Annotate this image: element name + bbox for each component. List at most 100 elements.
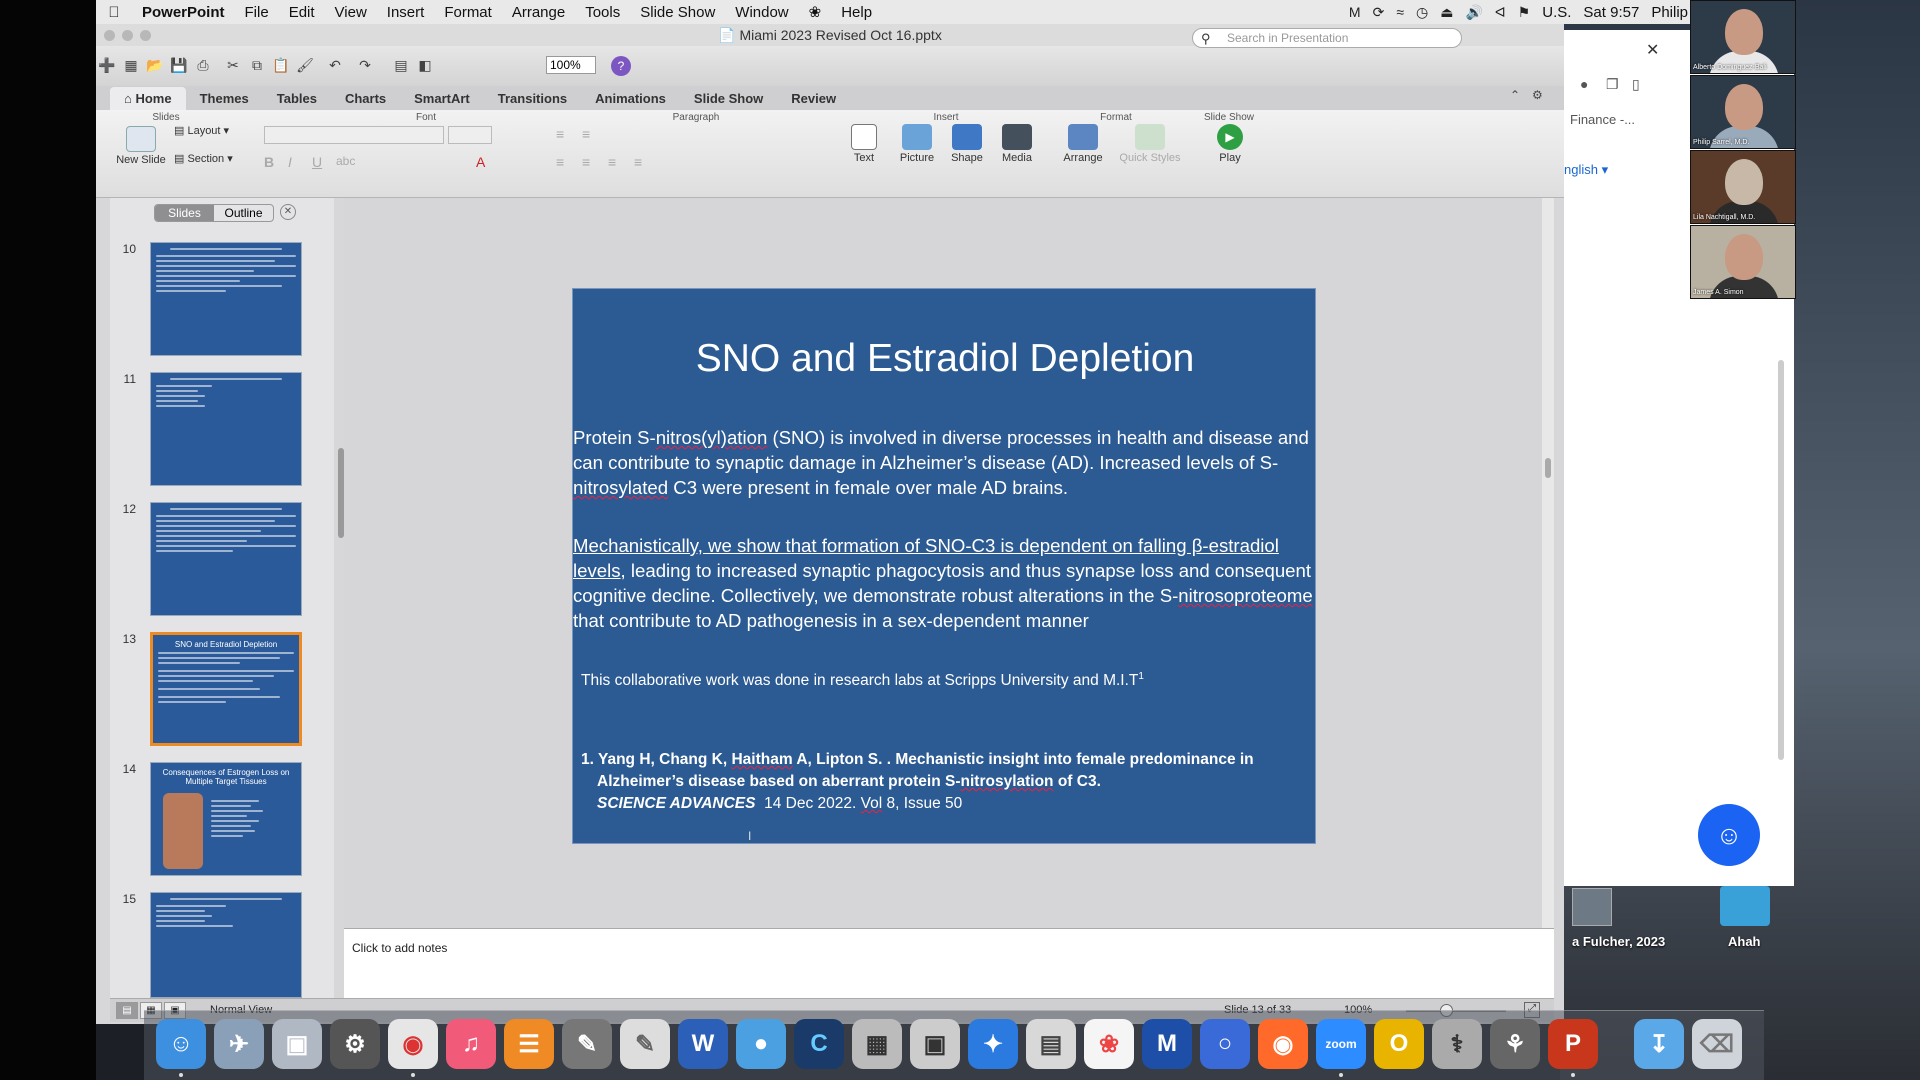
numbering-icon[interactable]: ≡ — [582, 126, 590, 142]
eject-icon[interactable]: ⏏ — [1440, 4, 1453, 21]
slide-canvas[interactable]: SNO and Estradiol Depletion Protein S-ni… — [572, 288, 1316, 844]
thumbnail-row[interactable]: 15 — [110, 892, 334, 1010]
insert-text-button[interactable]: Text — [844, 124, 884, 164]
insert-picture-button[interactable]: Picture — [892, 124, 942, 164]
books-icon[interactable]: ☰ — [504, 1019, 554, 1069]
language-selector[interactable]: nglish ▾ — [1564, 162, 1608, 178]
tab-slide-show[interactable]: Slide Show — [680, 87, 777, 110]
arrange-button[interactable]: Arrange — [1058, 124, 1108, 164]
zoom-select[interactable]: 100% — [546, 56, 596, 74]
tab-transitions[interactable]: Transitions — [484, 87, 581, 110]
preview-files-icon[interactable]: ▤ — [1026, 1019, 1076, 1069]
underline-icon[interactable]: U — [312, 154, 322, 170]
wifi-icon[interactable]: ≈ — [1396, 4, 1404, 20]
desktop-file-label[interactable]: a Fulcher, 2023 — [1572, 934, 1665, 949]
slide-thumbnail[interactable] — [150, 242, 302, 356]
video-tile[interactable]: Lila Nachtigall, M.D. — [1690, 150, 1796, 224]
m-app-icon[interactable]: M — [1142, 1019, 1192, 1069]
folder-icon[interactable] — [1720, 886, 1770, 926]
ribbon-settings-icon[interactable]: ⚙ — [1532, 88, 1543, 102]
bullets-icon[interactable]: ≡ — [556, 126, 564, 142]
contacts-icon[interactable]: ● — [736, 1019, 786, 1069]
insert-media-button[interactable]: Media — [994, 124, 1040, 164]
volume-icon[interactable]: 🔊 — [1465, 4, 1482, 21]
slide-paragraph-2[interactable]: Mechanistically, we show that formation … — [573, 533, 1317, 633]
quick-styles-button[interactable]: Quick Styles — [1112, 124, 1188, 164]
menu-slide-show[interactable]: Slide Show — [630, 4, 725, 21]
tab-outline[interactable]: Outline — [214, 205, 273, 221]
tab-smartart[interactable]: SmartArt — [400, 87, 484, 110]
slide-thumbnail[interactable] — [150, 372, 302, 486]
video-tile[interactable]: James A. Simon — [1690, 225, 1796, 299]
trash-icon[interactable]: ⌫ — [1692, 1019, 1742, 1069]
assistant-icon[interactable]: ☺ — [1698, 804, 1760, 866]
redo-icon[interactable]: ↷ — [354, 54, 376, 76]
cut-icon[interactable]: ✂ — [222, 54, 244, 76]
word-icon[interactable]: W — [678, 1019, 728, 1069]
video-tile[interactable]: Philip Sarrel, M.D. — [1690, 75, 1796, 149]
document-file-icon[interactable] — [1572, 888, 1612, 926]
slide-sorter-icon[interactable]: ▤ — [390, 54, 412, 76]
c-app-icon[interactable]: C — [794, 1019, 844, 1069]
slide-paragraph-1[interactable]: Protein S-nitros(yl)ation (SNO) is invol… — [573, 425, 1317, 500]
normal-view-icon[interactable]: ▤ — [116, 1002, 138, 1019]
finder-icon[interactable]: ☺ — [156, 1019, 206, 1069]
thumbnail-row[interactable]: 11 — [110, 372, 334, 490]
system-preferences-icon[interactable]: ⚙ — [330, 1019, 380, 1069]
tab-animations[interactable]: Animations — [581, 87, 680, 110]
italic-icon[interactable]: I — [288, 154, 292, 170]
browser-scrollbar[interactable] — [1778, 360, 1784, 760]
close-panel-icon[interactable]: ✕ — [280, 204, 296, 220]
apple-menu-icon[interactable]:  — [96, 4, 132, 21]
slide-reference[interactable]: 1. Yang H, Chang K, Haitham A, Lipton S.… — [581, 749, 1311, 815]
disk-utility-icon[interactable]: ⚕ — [1432, 1019, 1482, 1069]
mail-icon[interactable]: M — [1349, 4, 1361, 20]
new-document-icon[interactable]: ➕ — [96, 54, 118, 76]
o-app-icon[interactable]: O — [1374, 1019, 1424, 1069]
tab-charts[interactable]: Charts — [331, 87, 400, 110]
play-button[interactable]: ▶ Play — [1210, 124, 1250, 164]
video-tile[interactable]: Alberto Dominguez-Bali — [1690, 0, 1796, 74]
keychain-icon[interactable]: ⚘ — [1490, 1019, 1540, 1069]
font-color-icon[interactable]: A — [476, 154, 485, 170]
slide-thumbnail-selected[interactable]: SNO and Estradiol Depletion — [150, 632, 302, 746]
firefox-icon[interactable]: ◉ — [1258, 1019, 1308, 1069]
script-editor-icon[interactable]: ✎ — [562, 1019, 612, 1069]
undo-icon[interactable]: ↶ — [324, 54, 346, 76]
powerpoint-icon[interactable]: P — [1548, 1019, 1598, 1069]
bluetooth-icon[interactable]: ᐊ — [1495, 4, 1506, 21]
help-icon[interactable]: ? — [611, 56, 631, 76]
thumbnail-row[interactable]: 13 SNO and Estradiol Depletion — [110, 632, 334, 750]
paste-icon[interactable]: 📋 — [270, 54, 292, 76]
flag-icon[interactable]: ⚑ — [1518, 4, 1531, 21]
insert-shape-button[interactable]: Shape — [944, 124, 990, 164]
messages-icon[interactable]: ○ — [1200, 1019, 1250, 1069]
slide-thumbnail[interactable] — [150, 892, 302, 998]
format-painter-icon[interactable]: 🖌 — [294, 54, 316, 76]
menu-insert[interactable]: Insert — [377, 4, 435, 21]
menu-app-name[interactable]: PowerPoint — [132, 4, 235, 21]
zoom-app-icon[interactable]: zoom — [1316, 1019, 1366, 1069]
menu-help[interactable]: Help — [831, 4, 882, 21]
menu-file[interactable]: File — [235, 4, 279, 21]
bookmark-finance[interactable]: Finance -... — [1570, 112, 1635, 127]
open-icon[interactable]: 📂 — [144, 54, 166, 76]
thumbnail-row[interactable]: 14 Consequences of Estrogen Loss on Mult… — [110, 762, 334, 880]
copy-icon[interactable]: ⧉ — [246, 54, 268, 76]
clock[interactable]: Sat 9:57 — [1583, 4, 1639, 21]
menu-arrange[interactable]: Arrange — [502, 4, 575, 21]
tab-home[interactable]: ⌂ Home — [110, 86, 186, 110]
bold-icon[interactable]: B — [264, 154, 274, 170]
search-input[interactable]: ⚲ Search in Presentation — [1192, 28, 1462, 48]
print-icon[interactable]: ⎙ — [192, 54, 214, 76]
user-name[interactable]: Philip — [1651, 4, 1688, 21]
strikethrough-icon[interactable]: abc — [336, 154, 355, 168]
font-size-field[interactable] — [448, 126, 492, 144]
sync-icon[interactable]: ⟳ — [1373, 4, 1385, 21]
slide-thumbnail[interactable]: Consequences of Estrogen Loss on Multipl… — [150, 762, 302, 876]
preview-icon[interactable]: ✈ — [214, 1019, 264, 1069]
layout-button[interactable]: ▤ Layout ▾ — [174, 124, 254, 137]
notes-pane[interactable]: Click to add notes — [344, 928, 1554, 998]
align-left-icon[interactable]: ≡ — [556, 154, 564, 170]
tab-review[interactable]: Review — [777, 87, 850, 110]
